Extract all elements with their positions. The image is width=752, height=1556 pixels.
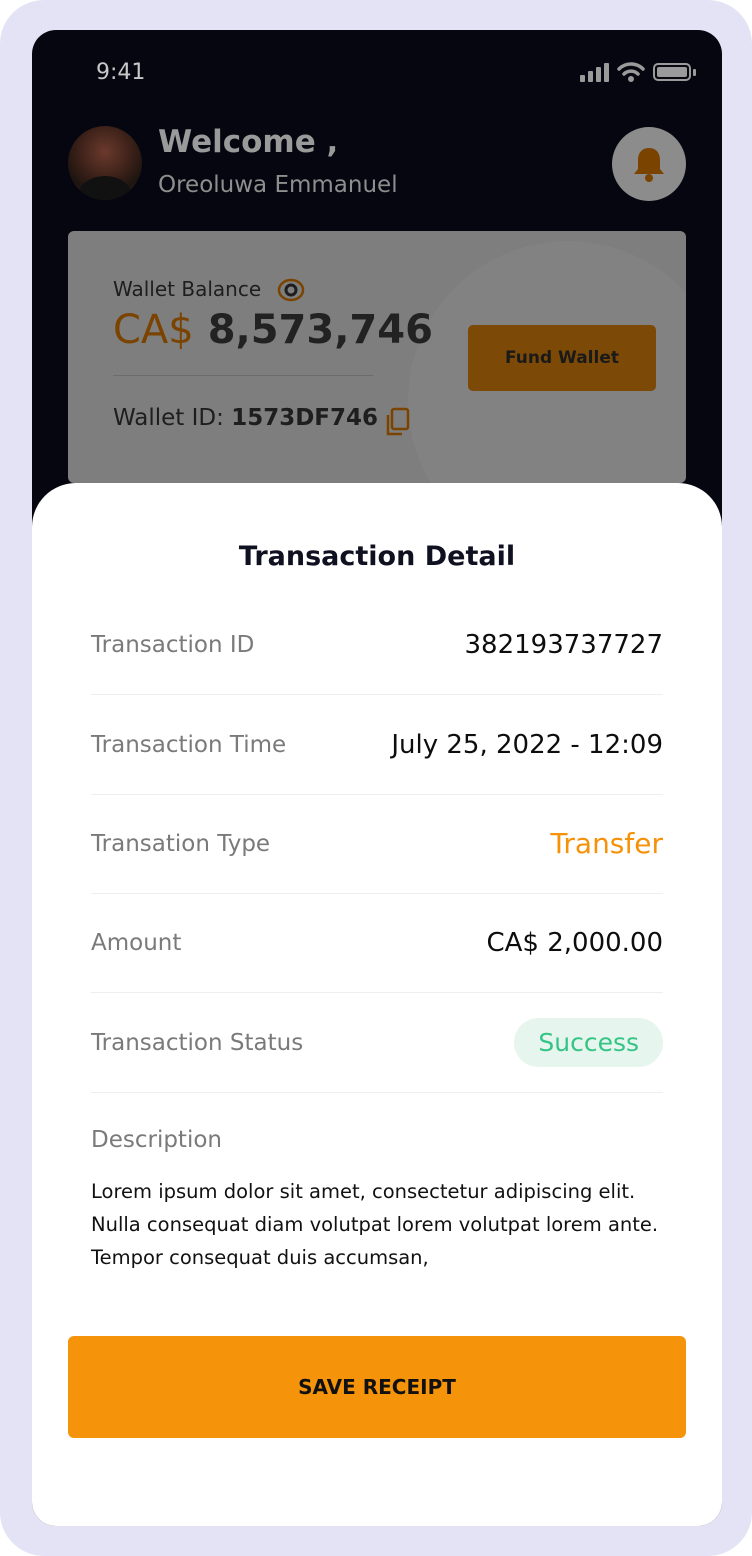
description-text: Lorem ipsum dolor sit amet, consectetur …: [91, 1180, 659, 1269]
wallet-balance-value: 8,573,746: [207, 307, 433, 353]
avatar[interactable]: [68, 126, 142, 200]
device-frame: 9:41 Welcome , Oreoluwa Emmanuel Wallet …: [0, 0, 752, 1556]
status-time: 9:41: [96, 60, 146, 85]
user-name: Oreoluwa Emmanuel: [158, 172, 398, 198]
row-label: Transaction Status: [91, 1029, 304, 1056]
notification-button[interactable]: [612, 127, 686, 201]
welcome-heading: Welcome ,: [158, 124, 339, 160]
wifi-icon: [617, 62, 645, 82]
row-label: Transaction ID: [91, 631, 255, 658]
wallet-currency: CA$: [113, 307, 194, 353]
wallet-balance: CA$ 8,573,746: [113, 307, 433, 353]
fund-wallet-button[interactable]: Fund Wallet: [468, 325, 656, 391]
wallet-card: Wallet Balance CA$ 8,573,746 Wallet ID: …: [68, 231, 686, 483]
wallet-id-value: 1573DF746: [231, 405, 379, 431]
row-value: 382193737727: [464, 629, 663, 660]
save-receipt-button[interactable]: SAVE RECEIPT: [68, 1336, 686, 1438]
description-label: Description: [91, 1127, 222, 1153]
phone-screen: 9:41 Welcome , Oreoluwa Emmanuel Wallet …: [32, 30, 722, 1526]
row-transaction-type: Transation Type Transfer: [91, 794, 663, 894]
divider: [113, 375, 373, 376]
transaction-detail-sheet: Transaction Detail Transaction ID 382193…: [32, 483, 722, 1526]
copy-icon[interactable]: [384, 407, 410, 437]
battery-icon: [653, 63, 691, 81]
wallet-balance-label: Wallet Balance: [113, 277, 262, 301]
row-transaction-id: Transaction ID 382193737727: [91, 595, 663, 695]
row-label: Transaction Time: [91, 731, 287, 758]
row-value: CA$ 2,000.00: [486, 927, 663, 958]
battery-tip: [693, 68, 696, 76]
wallet-id: Wallet ID: 1573DF746: [113, 405, 378, 431]
wallet-id-label: Wallet ID:: [113, 405, 224, 431]
status-icons: [580, 60, 696, 84]
status-badge: Success: [514, 1018, 663, 1067]
sheet-title: Transaction Detail: [238, 541, 516, 572]
row-transaction-time: Transaction Time July 25, 2022 - 12:09: [91, 695, 663, 795]
row-label: Amount: [91, 929, 182, 956]
row-label: Transation Type: [91, 830, 271, 857]
eye-icon[interactable]: [276, 275, 306, 305]
row-value: July 25, 2022 - 12:09: [391, 729, 663, 760]
bell-icon: [634, 148, 664, 182]
row-amount: Amount CA$ 2,000.00: [91, 893, 663, 993]
row-transaction-status: Transaction Status Success: [91, 993, 663, 1093]
row-value: Transfer: [550, 827, 663, 860]
signal-icon: [580, 62, 609, 82]
